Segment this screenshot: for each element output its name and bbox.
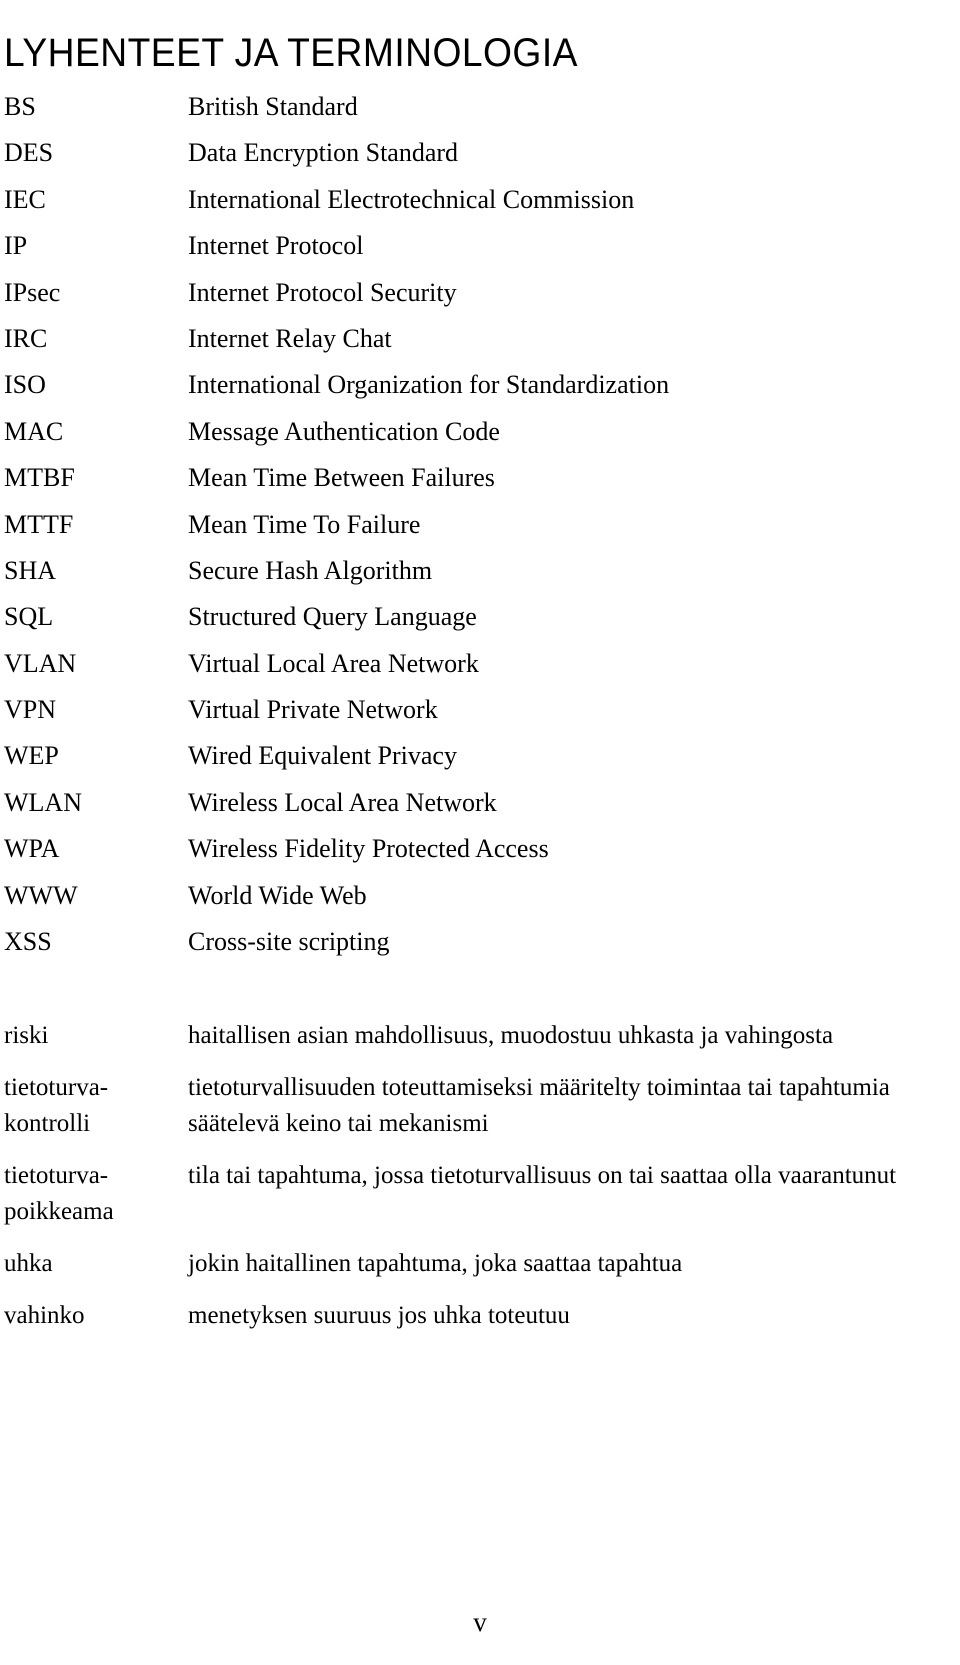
terminology-definition: tietoturvallisuuden toteuttamiseksi määr… (188, 1070, 960, 1142)
abbreviation-definition: Virtual Local Area Network (188, 648, 479, 678)
abbreviation-row: SQL Structured Query Language (0, 600, 960, 646)
abbreviation-term: IP (4, 231, 28, 261)
terminology-term-line: tietoturva- (4, 1074, 109, 1101)
abbreviation-definition: World Wide Web (188, 880, 367, 910)
terminology-definition-line: tila tai tapahtuma, jossa tietoturvallis… (188, 1162, 897, 1189)
abbreviation-term: VPN (4, 695, 57, 725)
abbreviation-row: MTTF Mean Time To Failure (0, 508, 960, 554)
abbreviation-term: DES (4, 138, 54, 168)
abbreviation-term: ISO (4, 370, 46, 400)
abbreviation-row: WEP Wired Equivalent Privacy (0, 739, 960, 785)
terminology-definition: jokin haitallinen tapahtuma, joka saatta… (188, 1246, 960, 1282)
abbreviation-term: MTBF (4, 463, 75, 493)
terminology-term: uhka (0, 1246, 188, 1282)
abbreviation-definition: British Standard (188, 92, 358, 121)
abbreviation-row: WWW World Wide Web (0, 879, 960, 925)
abbreviation-definition: Secure Hash Algorithm (188, 555, 433, 585)
abbreviation-term: WLAN (4, 787, 82, 817)
abbreviation-term: SQL (4, 602, 54, 632)
document-page: LYHENTEET JA TERMINOLOGIA BS British Stan… (0, 0, 960, 1665)
terminology-row: riski haitallisen asian mahdollisuus, muo… (0, 1018, 960, 1054)
terminology-list: riski haitallisen asian mahdollisuus, muo… (0, 1018, 960, 1350)
page-number: v (473, 1607, 487, 1637)
abbreviation-term: WPA (4, 834, 60, 864)
terminology-definition: tila tai tapahtuma, jossa tietoturvallis… (188, 1158, 960, 1194)
terminology-term-line: riski (4, 1022, 49, 1049)
terminology-row: tietoturva-poikkeama tila tai tapahtuma, … (0, 1158, 960, 1230)
terminology-term: tietoturva-poikkeama (0, 1158, 188, 1230)
abbreviation-term: XSS (4, 927, 52, 957)
terminology-row: tietoturva-kontrolli tietoturvallisuuden … (0, 1070, 960, 1142)
abbreviation-definition: Internet Relay Chat (188, 323, 392, 353)
abbreviation-definition: Wireless Local Area Network (188, 787, 497, 817)
terminology-term-line: uhka (4, 1250, 53, 1277)
terminology-row: vahinko menetyksen suuruus jos uhka toteu… (0, 1298, 960, 1334)
abbreviations-list: BS British Standard DES Data Encryption Sta… (0, 90, 960, 971)
abbreviation-term: BS (4, 92, 36, 121)
abbreviation-row: WPA Wireless Fidelity Protected Access (0, 832, 960, 878)
abbreviation-definition: Wired Equivalent Privacy (188, 741, 457, 771)
abbreviation-definition: International Organization for Standardi… (188, 370, 670, 400)
abbreviation-definition: Cross-site scripting (188, 927, 390, 957)
abbreviation-row: MAC Message Authentication Code (0, 415, 960, 461)
terminology-definition-line: jokin haitallinen tapahtuma, joka saatta… (188, 1250, 683, 1277)
abbreviation-row: IEC International Electrotechnical Commis… (0, 183, 960, 229)
terminology-term: vahinko (0, 1298, 188, 1334)
abbreviation-term: IPsec (4, 277, 61, 307)
abbreviation-row: SHA Secure Hash Algorithm (0, 554, 960, 600)
abbreviation-definition: Virtual Private Network (188, 695, 438, 725)
terminology-definition: menetyksen suuruus jos uhka toteutuu (188, 1298, 960, 1334)
abbreviation-definition: Wireless Fidelity Protected Access (188, 834, 549, 864)
abbreviation-definition: Mean Time Between Failures (188, 463, 495, 493)
terminology-term-line: vahinko (4, 1302, 85, 1329)
abbreviation-row: WLAN Wireless Local Area Network (0, 786, 960, 832)
abbreviation-term: SHA (4, 555, 57, 585)
abbreviation-definition: Structured Query Language (188, 602, 477, 632)
abbreviation-term: IEC (4, 184, 46, 214)
abbreviation-term: IRC (4, 323, 48, 353)
terminology-term: tietoturva-kontrolli (0, 1070, 188, 1142)
abbreviation-definition: International Electrotechnical Commissio… (188, 184, 635, 214)
terminology-term: riski (0, 1018, 188, 1054)
abbreviation-row: ISO International Organization for Standa… (0, 368, 960, 414)
abbreviation-row: IRC Internet Relay Chat (0, 322, 960, 368)
terminology-definition-line: säätelevä keino tai mekanismi (188, 1110, 489, 1137)
terminology-term-line: tietoturva- (4, 1162, 109, 1189)
abbreviation-row: BS British Standard (0, 90, 960, 136)
terminology-definition-line: haitallisen asian mahdollisuus, muodostu… (188, 1022, 834, 1049)
abbreviation-term: WWW (4, 880, 78, 910)
terminology-definition-line: menetyksen suuruus jos uhka toteutuu (188, 1302, 570, 1329)
abbreviation-definition: Internet Protocol (188, 231, 364, 261)
abbreviation-row: DES Data Encryption Standard (0, 136, 960, 182)
terminology-term-line: poikkeama (4, 1198, 114, 1225)
terminology-definition: haitallisen asian mahdollisuus, muodostu… (188, 1018, 960, 1054)
abbreviation-row: VPN Virtual Private Network (0, 693, 960, 739)
abbreviation-row: IP Internet Protocol (0, 229, 960, 275)
abbreviation-definition: Internet Protocol Security (188, 277, 457, 307)
abbreviation-definition: Message Authentication Code (188, 416, 500, 446)
abbreviation-definition: Data Encryption Standard (188, 138, 459, 168)
abbreviation-row: MTBF Mean Time Between Failures (0, 461, 960, 507)
terminology-definition-line: tietoturvallisuuden toteuttamiseksi määr… (188, 1074, 890, 1101)
abbreviation-term: VLAN (4, 648, 77, 678)
terminology-row: uhka jokin haitallinen tapahtuma, joka sa… (0, 1246, 960, 1282)
abbreviation-row: IPsec Internet Protocol Security (0, 276, 960, 322)
abbreviation-term: MTTF (4, 509, 74, 539)
abbreviation-term: WEP (4, 741, 59, 771)
abbreviation-term: MAC (4, 416, 64, 446)
abbreviation-definition: Mean Time To Failure (188, 509, 421, 539)
abbreviation-row: VLAN Virtual Local Area Network (0, 647, 960, 693)
page-title: LYHENTEET JA TERMINOLOGIA (4, 30, 578, 75)
abbreviation-row: XSS Cross-site scripting (0, 925, 960, 971)
terminology-term-line: kontrolli (4, 1110, 91, 1137)
